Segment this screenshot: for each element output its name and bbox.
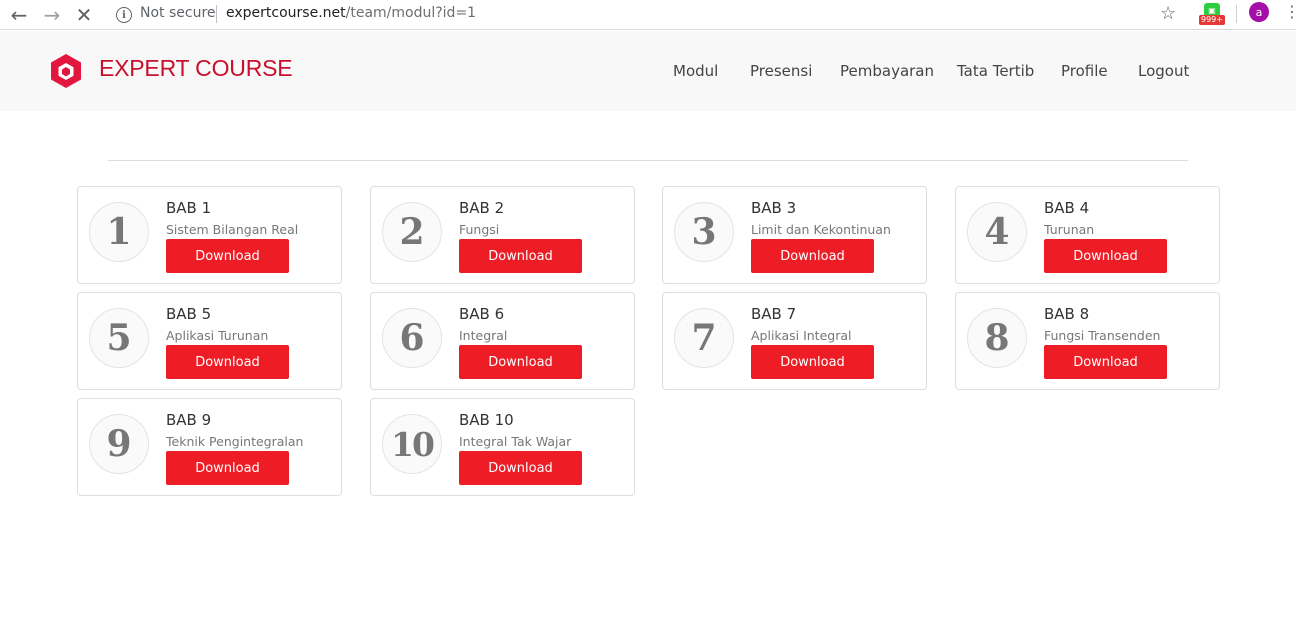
module-title: BAB 5 bbox=[166, 305, 212, 323]
module-number: 6 bbox=[382, 308, 442, 368]
site-header: EXPERT COURSE Modul Presensi Pembayaran … bbox=[0, 31, 1296, 111]
module-title: BAB 7 bbox=[751, 305, 797, 323]
back-arrow-icon[interactable]: ← bbox=[7, 3, 31, 27]
module-title: BAB 10 bbox=[459, 411, 514, 429]
download-button[interactable]: Download bbox=[751, 239, 874, 273]
module-number: 4 bbox=[967, 202, 1027, 262]
module-subtitle: Aplikasi Turunan bbox=[166, 328, 269, 343]
module-number: 2 bbox=[382, 202, 442, 262]
info-icon[interactable]: i bbox=[116, 7, 132, 23]
module-card: 2 BAB 2 Fungsi Download bbox=[370, 186, 635, 284]
address-bar[interactable]: expertcourse.net/team/modul?id=1 bbox=[226, 5, 476, 21]
hexagon-logo-icon[interactable] bbox=[50, 53, 82, 89]
download-button[interactable]: Download bbox=[459, 345, 582, 379]
module-subtitle: Turunan bbox=[1044, 222, 1095, 237]
module-subtitle: Sistem Bilangan Real bbox=[166, 222, 299, 237]
profile-avatar[interactable]: a bbox=[1249, 2, 1269, 22]
toolbar-divider bbox=[1236, 5, 1237, 23]
module-card: 4 BAB 4 Turunan Download bbox=[955, 186, 1220, 284]
url-divider bbox=[216, 5, 217, 23]
module-title: BAB 3 bbox=[751, 199, 797, 217]
extension-badge: 999+ bbox=[1199, 15, 1225, 25]
module-subtitle: Teknik Pengintegralan bbox=[166, 434, 304, 449]
nav-tata-tertib[interactable]: Tata Tertib bbox=[957, 62, 1034, 80]
nav-profile[interactable]: Profile bbox=[1061, 62, 1108, 80]
content-divider bbox=[108, 160, 1188, 161]
nav-modul[interactable]: Modul bbox=[673, 62, 718, 80]
module-subtitle: Integral bbox=[459, 328, 508, 343]
download-button[interactable]: Download bbox=[751, 345, 874, 379]
bookmark-star-icon[interactable]: ☆ bbox=[1160, 3, 1176, 24]
module-number: 10 bbox=[382, 414, 442, 474]
module-card: 10 BAB 10 Integral Tak Wajar Download bbox=[370, 398, 635, 496]
download-button[interactable]: Download bbox=[459, 451, 582, 485]
module-number: 9 bbox=[89, 414, 149, 474]
module-title: BAB 6 bbox=[459, 305, 505, 323]
download-button[interactable]: Download bbox=[1044, 239, 1167, 273]
module-card: 8 BAB 8 Fungsi Transenden Download bbox=[955, 292, 1220, 390]
module-card: 6 BAB 6 Integral Download bbox=[370, 292, 635, 390]
nav-pembayaran[interactable]: Pembayaran bbox=[840, 62, 934, 80]
forward-arrow-icon[interactable]: → bbox=[40, 3, 64, 27]
module-subtitle: Fungsi bbox=[459, 222, 500, 237]
download-button[interactable]: Download bbox=[166, 451, 289, 485]
module-card: 3 BAB 3 Limit dan Kekontinuan Download bbox=[662, 186, 927, 284]
brand-name[interactable]: EXPERT COURSE bbox=[99, 55, 293, 82]
module-number: 7 bbox=[674, 308, 734, 368]
module-card: 9 BAB 9 Teknik Pengintegralan Download bbox=[77, 398, 342, 496]
download-button[interactable]: Download bbox=[459, 239, 582, 273]
download-button[interactable]: Download bbox=[1044, 345, 1167, 379]
security-label[interactable]: Not secure bbox=[140, 5, 216, 21]
url-host: expertcourse.net bbox=[226, 5, 346, 21]
menu-kebab-icon[interactable]: ⋮ bbox=[1284, 4, 1296, 20]
nav-presensi[interactable]: Presensi bbox=[750, 62, 812, 80]
module-title: BAB 8 bbox=[1044, 305, 1090, 323]
module-card: 5 BAB 5 Aplikasi Turunan Download bbox=[77, 292, 342, 390]
module-card: 7 BAB 7 Aplikasi Integral Download bbox=[662, 292, 927, 390]
module-subtitle: Limit dan Kekontinuan bbox=[751, 222, 891, 237]
module-subtitle: Aplikasi Integral bbox=[751, 328, 852, 343]
browser-toolbar: ← → ✕ i Not secure expertcourse.net/team… bbox=[0, 0, 1296, 30]
module-subtitle: Fungsi Transenden bbox=[1044, 328, 1161, 343]
nav-logout[interactable]: Logout bbox=[1138, 62, 1189, 80]
module-subtitle: Integral Tak Wajar bbox=[459, 434, 572, 449]
module-number: 5 bbox=[89, 308, 149, 368]
stop-loading-icon[interactable]: ✕ bbox=[72, 3, 96, 27]
download-button[interactable]: Download bbox=[166, 345, 289, 379]
url-path: /team/modul?id=1 bbox=[345, 5, 477, 21]
module-number: 1 bbox=[89, 202, 149, 262]
module-title: BAB 9 bbox=[166, 411, 212, 429]
module-number: 8 bbox=[967, 308, 1027, 368]
module-title: BAB 1 bbox=[166, 199, 212, 217]
module-number: 3 bbox=[674, 202, 734, 262]
download-button[interactable]: Download bbox=[166, 239, 289, 273]
module-card: 1 BAB 1 Sistem Bilangan Real Download bbox=[77, 186, 342, 284]
module-title: BAB 2 bbox=[459, 199, 505, 217]
module-title: BAB 4 bbox=[1044, 199, 1090, 217]
